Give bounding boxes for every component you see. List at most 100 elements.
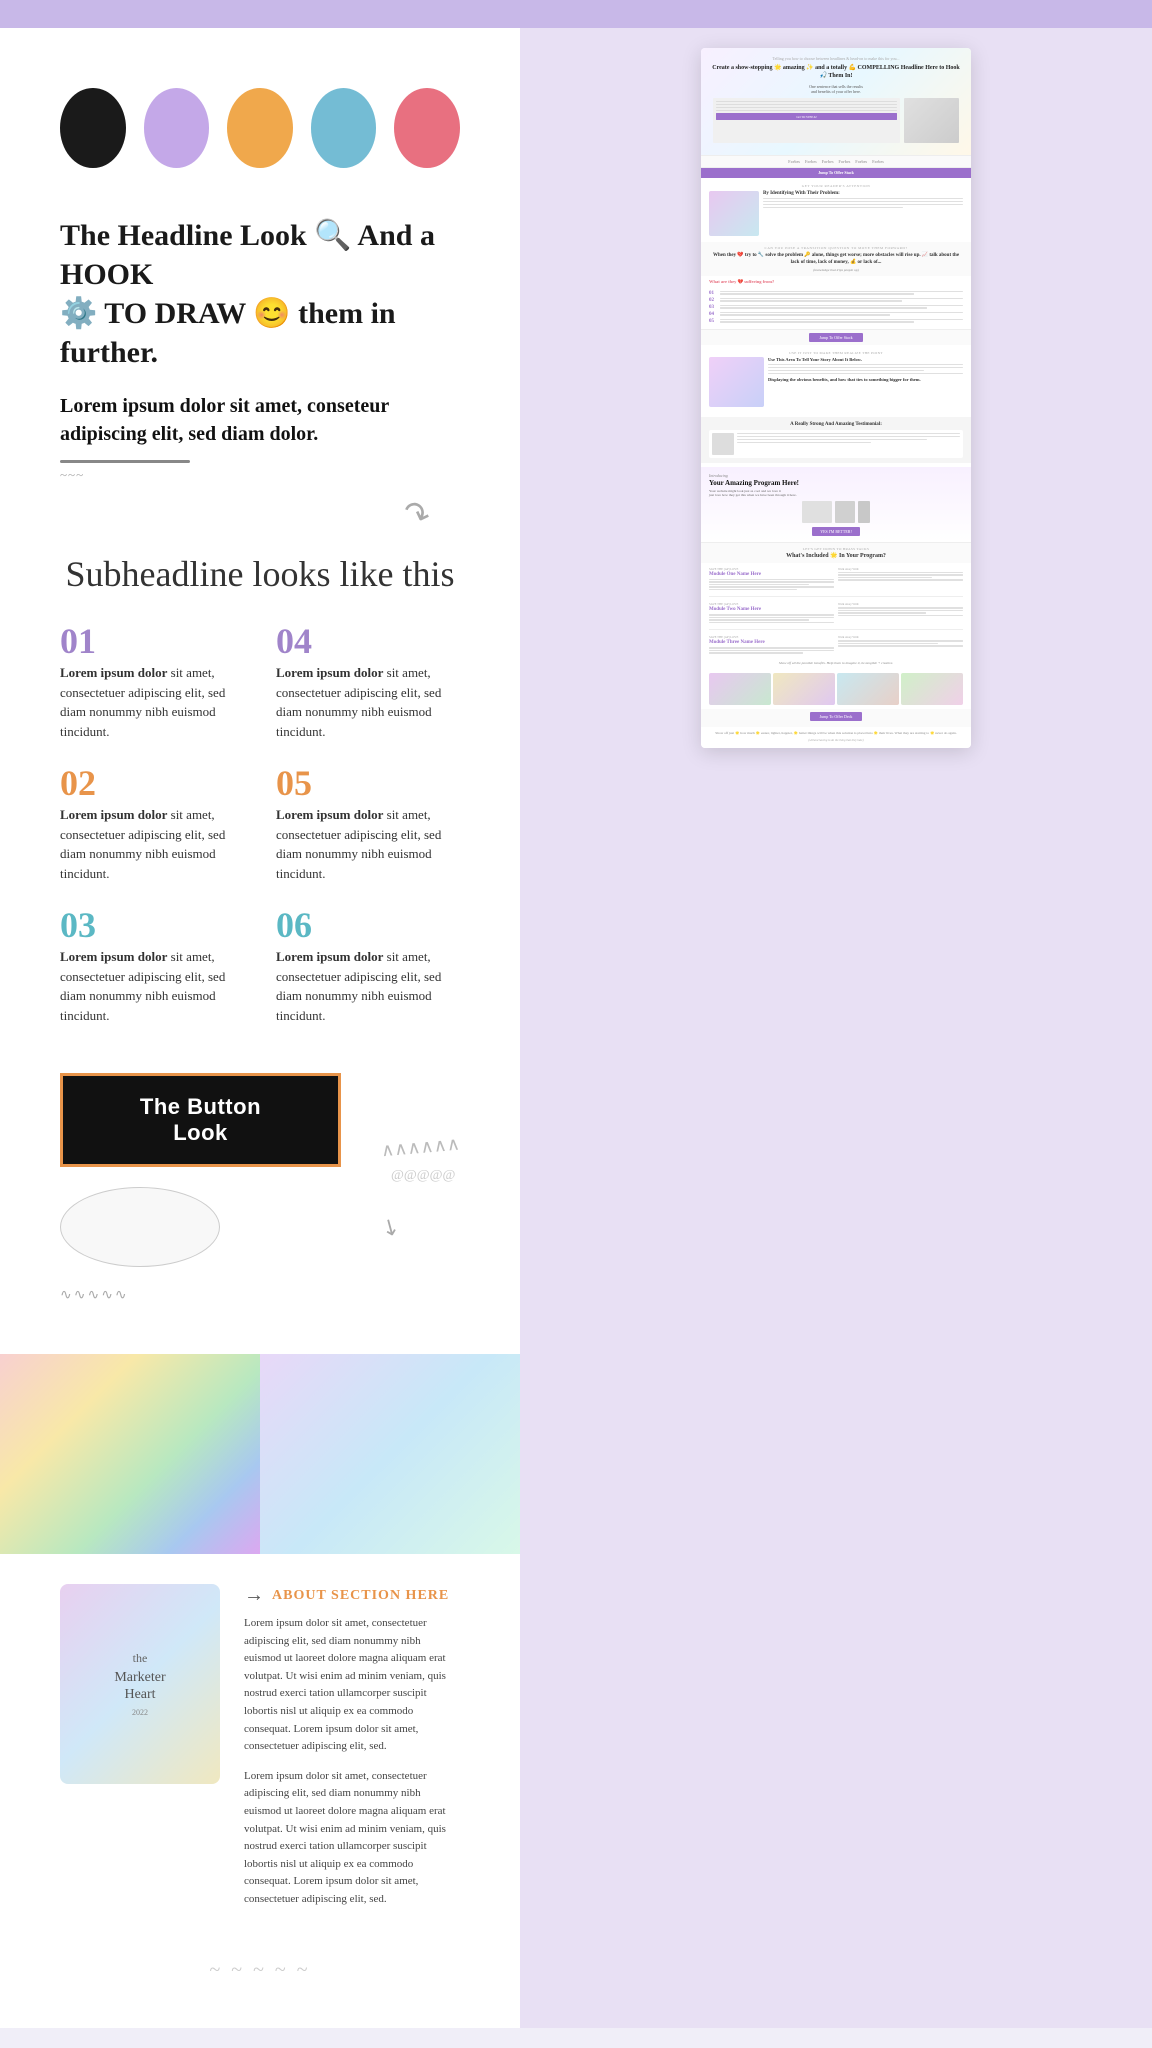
mini-device-3: [858, 501, 870, 523]
mini-mod2-c2-l3: [838, 612, 926, 614]
mini-final-cta-text: Jump To Offer Deck: [810, 712, 863, 721]
mini-knowledge-text: (knowledge that trips people up): [709, 268, 963, 272]
cta-button[interactable]: The Button Look: [60, 1073, 341, 1167]
mini-testimonial-text: [737, 433, 960, 455]
mini-testimonial-img: [712, 433, 734, 455]
color-swatches: [60, 88, 460, 168]
mini-final-cta[interactable]: Jump To Offer Deck: [701, 709, 971, 727]
about-paragraph-2: Lorem ipsum dolor sit amet, consectetuer…: [244, 1768, 460, 1909]
list-number-06: 06: [276, 907, 460, 943]
gradient-box-1: [0, 1354, 260, 1554]
mini-a1-line2: [720, 293, 914, 295]
website-preview: Telling you how to choose between headli…: [701, 48, 971, 748]
mini-modules-section: SAVE THE [AP] LOVE Module One Name Here …: [701, 563, 971, 669]
list-text-05: Lorem ipsum dolor sit amet, consectetuer…: [276, 805, 460, 883]
gradient-box-2: [260, 1354, 520, 1554]
mini-form-line-2: [716, 104, 897, 106]
mini-mod1-l3: [709, 584, 809, 586]
mini-devices-img: [904, 98, 959, 143]
mini-agitate-num-4: 04: [709, 312, 717, 317]
mini-problem-content: By Identifying With Their Problem:: [709, 191, 963, 236]
mini-agitate-item-1: 01: [709, 291, 963, 296]
list-text-01: Lorem ipsum dolor sit amet, consectetuer…: [60, 663, 244, 741]
mini-problem-text: By Identifying With Their Problem:: [763, 191, 963, 236]
mini-module-3-col1: SAVE THE [AP] LOVE Module Three Name Her…: [709, 635, 834, 655]
mini-mod3-c2-l2: [838, 643, 938, 645]
bottom-doodle-lines: ~ ~ ~ ~ ~: [60, 1959, 460, 1982]
mini-testi-line-2: [737, 436, 960, 438]
mini-agitate-item-4: 04: [709, 312, 963, 317]
underline-decoration: [60, 460, 190, 463]
swatch-pink: [394, 88, 460, 168]
arrow-doodle: ↘: [376, 1211, 405, 1243]
mini-suffering-section: What are they 💔 suffering from?: [701, 276, 971, 288]
mini-form-area: GO TO STEP #2: [713, 98, 959, 143]
mini-agitate-list: 01 02 03: [701, 288, 971, 329]
mini-offer-stack-btn[interactable]: Jump To Offer Stack: [701, 329, 971, 345]
mini-a5-line1: [720, 319, 963, 321]
mini-device-1: [802, 501, 832, 523]
about-paragraph-1: Lorem ipsum dolor sit amet, consectetuer…: [244, 1615, 460, 1756]
mini-hero-sub: One sentence that sells the resultsand b…: [709, 84, 963, 94]
list-item-06: 06 Lorem ipsum dolor sit amet, consectet…: [276, 907, 460, 1025]
mini-testi-line-1: [737, 433, 960, 435]
mini-agitate-item-2: 02: [709, 298, 963, 303]
mini-mod1-c2-l2: [838, 574, 963, 576]
swatch-teal: [311, 88, 377, 168]
right-panel: Telling you how to choose between headli…: [520, 28, 1152, 768]
mini-program-cta[interactable]: YES I'M BETTER!: [709, 527, 963, 536]
mini-use-area-section: USE IT JUST TO MAKE THEM REALIZE THE POI…: [701, 345, 971, 413]
mini-program-sub: Your website might look just as cool and…: [709, 489, 963, 497]
mini-mod3-l2: [709, 650, 834, 652]
mini-use-bold-text: Displaying the obvious benefits, and how…: [768, 377, 963, 383]
mini-logo-2: Forbes: [805, 159, 817, 164]
mini-problem-line-4: [763, 207, 903, 209]
mini-mod2-c2-l1: [838, 607, 963, 609]
swatch-black: [60, 88, 126, 168]
mini-mod3-col2-label: Walk Away With:: [838, 635, 963, 639]
mini-bottom-copy: Show off just 🌟 how much 🌟 easier, light…: [709, 731, 963, 736]
mini-use-area-title: Use This Area To Tell Your Story About I…: [768, 357, 963, 362]
mini-agitate-num-2: 02: [709, 298, 717, 303]
mini-agitate-text-2: [720, 298, 963, 303]
mini-mod2-title: Module Two Name Here: [709, 607, 834, 612]
mini-use-area-img: [709, 357, 764, 407]
mini-program-section: Introducing Your Amazing Program Here! Y…: [701, 467, 971, 542]
mini-agitate-text-3: [720, 305, 963, 310]
mini-program-name: Your Amazing Program Here!: [709, 479, 963, 487]
mini-mod2-c2-l4: [838, 615, 963, 617]
mini-a1-line1: [720, 291, 963, 293]
body-text: Lorem ipsum dolor sit amet, conseteur ad…: [60, 392, 460, 448]
mini-mod1-l4: [709, 586, 834, 588]
mini-logo-5: Forbes: [855, 159, 867, 164]
swatch-lavender: [144, 88, 210, 168]
mini-mod1-col2-label: Walk Away With:: [838, 567, 963, 571]
mini-a4-line2: [720, 314, 890, 316]
list-number-02: 02: [60, 765, 244, 801]
mini-problem-line-3: [763, 204, 963, 206]
mini-agitate-num-1: 01: [709, 291, 717, 296]
mini-mod3-c2-l1: [838, 640, 963, 642]
mini-logo-6: Forbes: [872, 159, 884, 164]
mini-use-line-1: [768, 364, 963, 366]
mini-a3-line2: [720, 307, 927, 309]
mini-problem-title: By Identifying With Their Problem:: [763, 191, 963, 196]
mini-testimonial-box: [709, 430, 963, 458]
mini-let-get-down: LET'S GET DOWN TO BRASS TACKS: [709, 547, 963, 551]
mini-module-row-3: SAVE THE [AP] LOVE Module Three Name Her…: [709, 635, 963, 658]
mini-testi-line-4: [737, 442, 871, 444]
mini-program-intro: Introducing: [709, 473, 963, 478]
mini-go-button[interactable]: GO TO STEP #2: [716, 113, 897, 120]
mini-mod1-l5: [709, 589, 797, 591]
mini-use-line-4: [768, 373, 963, 375]
mini-problem-line-2: [763, 201, 963, 203]
gradient-boxes: [0, 1354, 520, 1554]
mini-jump-button-bar[interactable]: Jump To Offer Stack: [701, 168, 971, 178]
about-image: the MarketerHeart 2022: [60, 1584, 220, 1784]
about-label: ABOUT SECTION HERE: [272, 1588, 449, 1604]
mini-module-row-1: SAVE THE [AP] LOVE Module One Name Here …: [709, 567, 963, 598]
mini-mod2-l4: [709, 622, 834, 624]
mini-use-area-label: USE IT JUST TO MAKE THEM REALIZE THE POI…: [709, 351, 963, 355]
mini-use-line-3: [768, 370, 924, 372]
mini-form-line-1: [716, 101, 897, 103]
